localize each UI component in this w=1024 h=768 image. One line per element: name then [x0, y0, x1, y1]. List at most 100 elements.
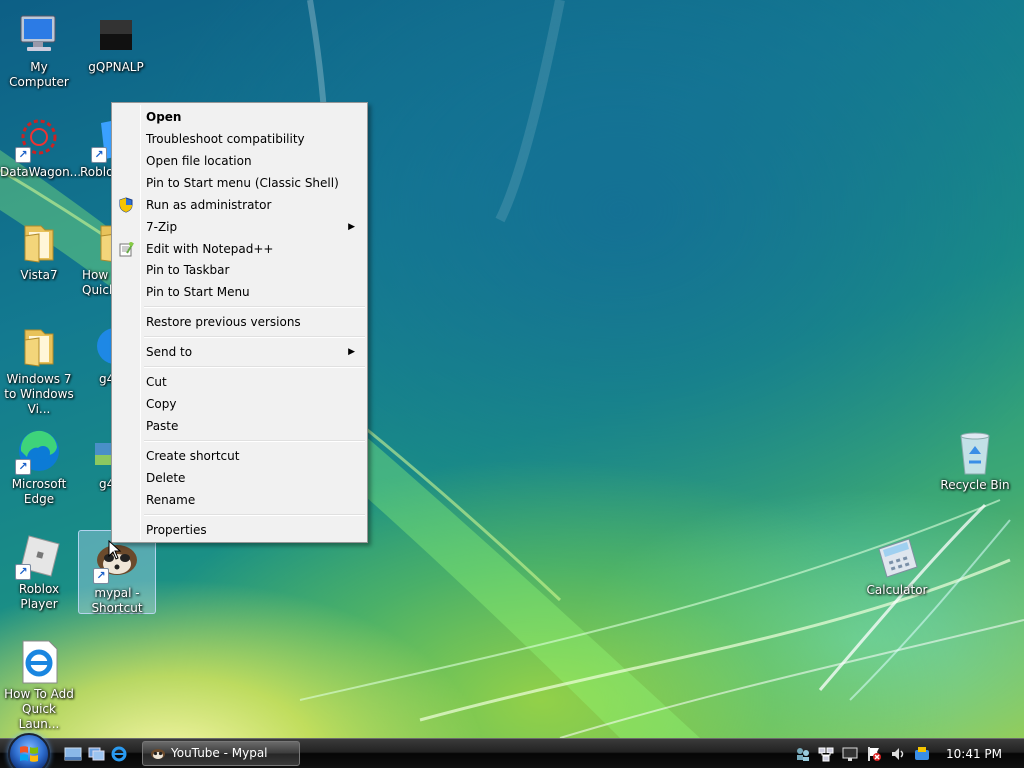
show-desktop-icon[interactable]	[64, 746, 82, 762]
desktop-icon-win7-to-vista[interactable]: Windows 7 to Windows Vi...	[0, 322, 78, 417]
calculator-icon	[873, 533, 921, 581]
menu-item-edit-with-notepad-plus-plus[interactable]: Edit with Notepad++	[114, 238, 365, 260]
roblox-icon: ↗	[15, 532, 63, 580]
menu-item-properties[interactable]: Properties	[114, 519, 365, 541]
taskbar-button-mypal[interactable]: YouTube - Mypal	[142, 741, 300, 766]
menu-item-create-shortcut[interactable]: Create shortcut	[114, 445, 365, 467]
icon-label: Microsoft Edge	[11, 477, 67, 506]
taskbar: YouTube - Mypal 10:41 PM	[0, 733, 1024, 768]
menu-separator	[144, 306, 365, 308]
desktop-icon-how-to-quick[interactable]: How Quick	[77, 218, 111, 298]
menu-item-label: Edit with Notepad++	[146, 242, 274, 256]
menu-item-label: Rename	[146, 493, 196, 507]
shortcut-arrow-icon: ↗	[15, 459, 31, 475]
internet-explorer-icon[interactable]	[110, 746, 128, 762]
icon-label: g4	[99, 477, 111, 491]
computer-icon	[15, 10, 63, 58]
menu-item-label: Properties	[146, 523, 207, 537]
menu-item-label: Troubleshoot compatibility	[146, 132, 305, 146]
desktop-icon-my-computer[interactable]: My Computer	[0, 10, 78, 90]
menu-item-paste[interactable]: Paste	[114, 415, 365, 437]
notepad-plus-plus-icon	[119, 242, 134, 257]
edge-icon	[91, 322, 111, 370]
icon-label: mypal - Shortcut	[91, 586, 143, 615]
submenu-arrow-icon: ▶	[348, 347, 355, 357]
desktop-icon-microsoft-edge[interactable]: ↗ Microsoft Edge	[0, 427, 78, 507]
roblox-icon: ↗	[91, 115, 111, 163]
mouse-cursor-icon	[108, 540, 122, 560]
menu-item-label: Copy	[146, 397, 177, 411]
icon-label: Vista7	[20, 268, 58, 282]
menu-item-label: Create shortcut	[146, 449, 240, 463]
context-menu: Open Troubleshoot compatibility Open fil…	[111, 102, 368, 543]
desktop-icon-vista7[interactable]: Vista7	[0, 218, 78, 283]
menu-item-pin-to-taskbar[interactable]: Pin to Taskbar	[114, 259, 365, 281]
desktop-icon-how-to-add-quick-launch[interactable]: How To Add Quick Laun...	[0, 637, 78, 732]
desktop-icon-g4-2[interactable]: g4	[77, 427, 111, 492]
icon-label: Calculator	[866, 583, 928, 597]
windows-logo-icon	[20, 746, 38, 762]
icon-label: Windows 7 to Windows Vi...	[4, 372, 74, 416]
menu-separator	[144, 366, 365, 368]
menu-item-label: Pin to Start menu (Classic Shell)	[146, 176, 339, 190]
menu-item-pin-to-start-classic-shell[interactable]: Pin to Start menu (Classic Shell)	[114, 172, 365, 194]
menu-item-restore-previous-versions[interactable]: Restore previous versions	[114, 311, 365, 333]
tray-app-icon[interactable]	[914, 746, 930, 762]
ie-icon	[15, 637, 63, 685]
menu-item-label: Restore previous versions	[146, 315, 301, 329]
shortcut-arrow-icon: ↗	[91, 147, 107, 163]
shortcut-arrow-icon: ↗	[15, 147, 31, 163]
desktop-icon-recycle-bin[interactable]: Recycle Bin	[936, 428, 1014, 493]
menu-item-label: Pin to Start Menu	[146, 285, 250, 299]
menu-item-label: Run as administrator	[146, 198, 272, 212]
desktop-icon-datawagon[interactable]: ↗ DataWagon...	[0, 115, 82, 180]
icon-label: How To Add Quick Laun...	[4, 687, 74, 731]
menu-item-pin-to-start-menu[interactable]: Pin to Start Menu	[114, 281, 365, 303]
taskbar-clock[interactable]: 10:41 PM	[946, 739, 1002, 768]
menu-item-open[interactable]: Open	[114, 106, 365, 128]
desktop-icon-calculator[interactable]: Calculator	[858, 533, 936, 598]
desktop-icon-g4-1[interactable]: g4	[77, 322, 111, 387]
datawagon-icon: ↗	[15, 115, 63, 163]
network-icon[interactable]	[818, 746, 834, 762]
menu-item-label: Delete	[146, 471, 186, 485]
folder-icon	[15, 218, 63, 266]
menu-separator	[144, 440, 365, 442]
menu-item-7zip[interactable]: 7-Zip ▶	[114, 216, 365, 238]
desktop-icon-roblox-2[interactable]: ↗ Roblo	[77, 115, 111, 180]
desktop-icon-roblox-player[interactable]: ↗ Roblox Player	[0, 532, 78, 612]
menu-item-label: Cut	[146, 375, 167, 389]
menu-item-delete[interactable]: Delete	[114, 467, 365, 489]
desktop-icon-gqpnalp[interactable]: gQPNALP	[77, 10, 155, 75]
start-button[interactable]	[8, 733, 50, 768]
menu-item-label: 7-Zip	[146, 220, 178, 234]
image-icon	[91, 427, 111, 475]
app-icon	[92, 10, 140, 58]
menu-item-label: Send to	[146, 345, 193, 359]
menu-item-open-file-location[interactable]: Open file location	[114, 150, 365, 172]
network-users-icon[interactable]	[795, 746, 811, 762]
menu-item-cut[interactable]: Cut	[114, 371, 365, 393]
switch-windows-icon[interactable]	[87, 746, 105, 762]
menu-item-label: Open file location	[146, 154, 252, 168]
volume-icon[interactable]	[890, 746, 906, 762]
recycle-bin-icon	[951, 428, 999, 476]
menu-separator	[144, 514, 365, 516]
action-center-flag-icon[interactable]	[866, 746, 882, 762]
icon-label: Roblox Player	[18, 582, 60, 611]
menu-item-label: Open	[146, 110, 182, 124]
icon-label: DataWagon...	[0, 165, 82, 179]
mypal-icon	[151, 749, 165, 759]
folder-icon	[15, 322, 63, 370]
display-icon[interactable]	[842, 746, 858, 762]
icon-label: Roblo	[80, 165, 111, 179]
menu-item-troubleshoot-compatibility[interactable]: Troubleshoot compatibility	[114, 128, 365, 150]
submenu-arrow-icon: ▶	[348, 222, 355, 232]
menu-item-send-to[interactable]: Send to ▶	[114, 341, 365, 363]
menu-item-rename[interactable]: Rename	[114, 489, 365, 511]
menu-item-run-as-administrator[interactable]: Run as administrator	[114, 194, 365, 216]
icon-label: How Quick	[82, 268, 111, 297]
menu-item-copy[interactable]: Copy	[114, 393, 365, 415]
icon-label: Recycle Bin	[940, 478, 1010, 492]
icon-label: My Computer	[9, 60, 69, 89]
